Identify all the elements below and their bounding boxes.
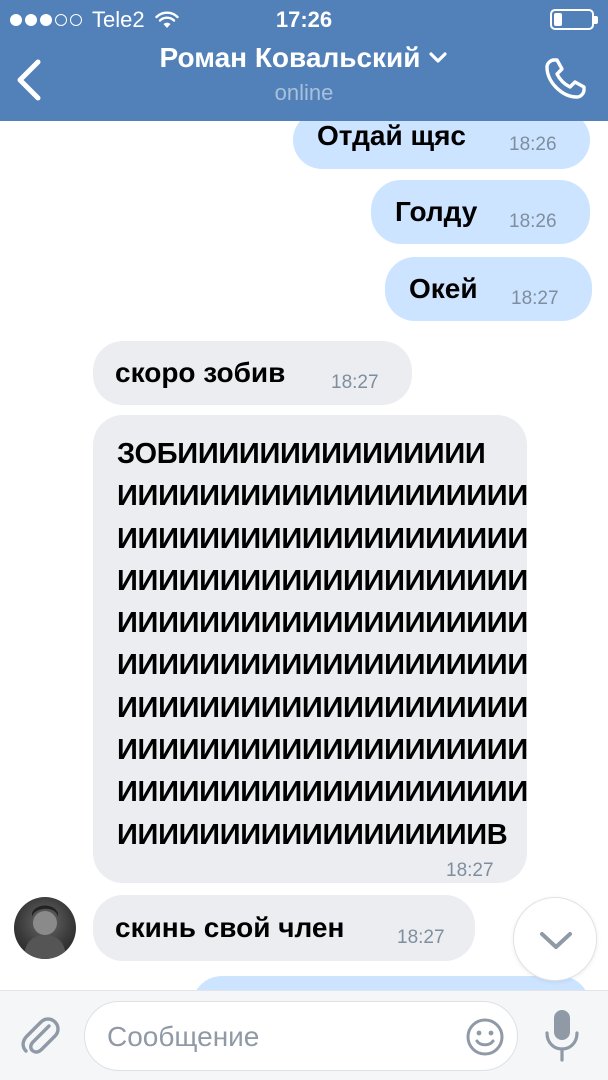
message-incoming[interactable]: скинь свой член 18:27 [93, 895, 475, 961]
message-text: скинь свой член [115, 912, 345, 943]
message-text-multiline: ЗОБИИИИИИИИИИИИИИИ ИИИИИИИИИИИИИИИИИИИИ … [117, 433, 528, 856]
chat-header: Tele2 17:26 Роман Ковальский online [0, 0, 608, 121]
microphone-icon[interactable] [540, 1007, 584, 1065]
message-text: Отдай щяс [317, 121, 466, 151]
smile-icon[interactable] [465, 1017, 505, 1057]
message-time: 18:26 [509, 134, 557, 155]
message-line: ЗОБИИИИИИИИИИИИИИИ [117, 438, 486, 470]
message-outgoing[interactable]: Голду 18:26 [371, 180, 590, 244]
message-time: 18:27 [511, 288, 559, 309]
status-bar: Tele2 17:26 [0, 0, 608, 40]
contact-name: Роман Ковальский [159, 42, 421, 73]
dropdown-chevron-icon [429, 52, 448, 63]
message-composer: Сообщение [0, 990, 608, 1080]
battery-icon [550, 9, 598, 30]
paperclip-icon [21, 1017, 60, 1054]
message-time: 18:26 [509, 211, 557, 232]
scroll-down-chevron-icon [540, 932, 572, 949]
message-text: Голду [395, 196, 478, 227]
avatar-image [24, 905, 66, 959]
message-input-placeholder: Сообщение [107, 1021, 260, 1052]
message-text: скоро зобив [115, 357, 286, 388]
message-text: Окей [409, 273, 478, 304]
message-time: 18:27 [397, 927, 445, 948]
message-line: ИИИИИИИИИИИИИИИИИИИИ [117, 480, 528, 513]
message-list[interactable]: Отдай щяс 18:26 Голду 18:26 Окей 18:27 с… [0, 121, 608, 990]
message-incoming[interactable]: ЗОБИИИИИИИИИИИИИИИ ИИИИИИИИИИИИИИИИИИИИ … [93, 415, 528, 883]
message-line: ИИИИИИИИИИИИИИИИИИИИ [117, 734, 528, 767]
call-button[interactable] [542, 56, 588, 102]
scroll-to-bottom-button[interactable] [513, 897, 597, 981]
message-line: ИИИИИИИИИИИИИИИИИИИИ [117, 607, 528, 640]
phone-icon [545, 58, 586, 99]
avatar[interactable] [14, 897, 76, 959]
message-time: 18:27 [446, 860, 494, 881]
contact-status: online [274, 80, 334, 105]
message-line: ИИИИИИИИИИИИИИИИИИИИ [117, 691, 528, 724]
message-line: ИИИИИИИИИИИИИИИИИИИИ [117, 522, 528, 555]
chat-title-area[interactable]: Роман Ковальский online [0, 42, 608, 106]
message-incoming[interactable]: скоро зобив 18:27 [93, 341, 412, 405]
message-line: ИИИИИИИИИИИИИИИИИИИИ [117, 649, 528, 682]
status-time: 17:26 [275, 7, 333, 32]
message-outgoing[interactable]: Отдай щяс 18:26 [293, 121, 590, 169]
message-time: 18:27 [331, 372, 379, 393]
message-outgoing[interactable]: Окей 18:27 [385, 257, 592, 321]
attach-button[interactable] [16, 1011, 64, 1059]
message-line: ИИИИИИИИИИИИИИИИИИИИ [117, 564, 528, 597]
message-input[interactable]: Сообщение [84, 1001, 518, 1071]
message-line: ИИИИИИИИИИИИИИИИИИИИ [117, 776, 528, 809]
